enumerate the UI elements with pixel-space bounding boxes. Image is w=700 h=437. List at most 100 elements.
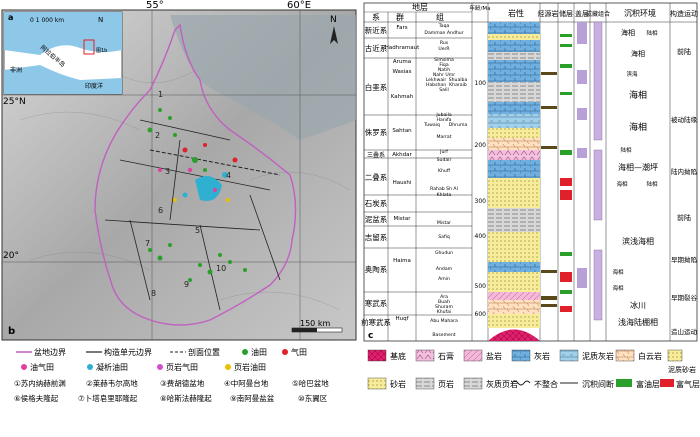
svg-text:Khlata: Khlata xyxy=(437,192,452,198)
legend-shale-gas-symbol xyxy=(157,364,163,370)
svg-text:冰川: 冰川 xyxy=(630,300,646,310)
svg-text:泥质灰岩: 泥质灰岩 xyxy=(582,351,614,361)
svg-text:100: 100 xyxy=(475,80,487,87)
svg-text:Abu Mahara: Abu Mahara xyxy=(430,318,458,324)
unit-list: ①苏内纳赫前渊 ②莱赫韦尔高地 ③费胡德盆地 ④中阿曼台地 ⑤哈巴盆地 ⑥侯格夫… xyxy=(14,378,329,403)
legend-condensate: 凝析油田 xyxy=(96,362,128,372)
svg-text:砂岩: 砂岩 xyxy=(390,379,406,389)
legend-condensate-symbol xyxy=(87,364,93,370)
header-environment: 沉积环境 xyxy=(624,8,656,18)
legend-shale-oil: 页岩油田 xyxy=(234,362,266,372)
svg-text:⑨南阿曼盐盆: ⑨南阿曼盐盆 xyxy=(230,393,275,403)
legend-unit-boundary: 构造单元边界 xyxy=(104,347,152,357)
svg-text:早期拗陷: 早期拗陷 xyxy=(671,255,697,264)
svg-text:600: 600 xyxy=(475,311,487,318)
svg-text:泥质砂岩: 泥质砂岩 xyxy=(668,365,696,374)
unit-9: 9 xyxy=(184,280,189,289)
svg-text:陆相: 陆相 xyxy=(646,180,658,188)
legend-oil-symbol xyxy=(242,349,248,355)
svg-text:白垩系: 白垩系 xyxy=(365,82,388,92)
header-strat: 地层 xyxy=(412,2,428,12)
svg-text:沉积间断: 沉积间断 xyxy=(582,379,614,389)
svg-text:300: 300 xyxy=(475,198,487,205)
svg-text:Mistar: Mistar xyxy=(437,220,451,226)
unit-1: 1 xyxy=(158,90,163,99)
svg-text:灰岩: 灰岩 xyxy=(534,351,550,361)
unit-8: 8 xyxy=(151,289,156,298)
svg-text:Ghudun: Ghudun xyxy=(435,250,453,256)
legend-oilgas-symbol xyxy=(21,364,27,370)
svg-text:Amin: Amin xyxy=(438,276,450,282)
svg-text:⑧哈斯法赫隆起: ⑧哈斯法赫隆起 xyxy=(160,393,212,403)
svg-text:Wasias: Wasias xyxy=(392,69,411,75)
svg-text:页岩: 页岩 xyxy=(438,379,454,389)
svg-text:Dhruma: Dhruma xyxy=(449,122,468,128)
svg-text:新近系: 新近系 xyxy=(365,25,388,35)
inset-africa: 非洲 xyxy=(10,66,22,74)
svg-text:Haushi: Haushi xyxy=(393,180,412,186)
svg-text:盐岩: 盐岩 xyxy=(486,351,502,361)
svg-text:被动陆缘: 被动陆缘 xyxy=(671,115,698,124)
svg-text:海相: 海相 xyxy=(629,121,647,133)
inset-map: a 0 1 000 km N 阿拉伯半岛 非洲 印度洋 图1b xyxy=(3,11,123,95)
lat-label-25: 25°N xyxy=(3,97,26,107)
svg-text:200: 200 xyxy=(475,142,487,149)
svg-text:陆内拗陷: 陆内拗陷 xyxy=(671,167,697,176)
panel-label-b: b xyxy=(8,326,15,337)
svg-text:Basement: Basement xyxy=(432,332,455,338)
svg-text:Sudair: Sudair xyxy=(437,157,452,163)
svg-text:奥陶系: 奥陶系 xyxy=(365,264,388,274)
svg-text:石炭系: 石炭系 xyxy=(365,198,388,208)
svg-text:海相: 海相 xyxy=(621,28,635,37)
inset-scale: 0 1 000 km xyxy=(30,17,64,24)
lat-label-20: 20° xyxy=(3,251,19,261)
svg-text:Tuwaiq: Tuwaiq xyxy=(423,122,440,128)
strat-column-panel: 地层 系 群 组 年龄/Ma 岩性 烃源岩 储层 盖层 成藏组合 沉积环境 构造… xyxy=(361,2,698,342)
unit-2: 2 xyxy=(155,131,160,140)
map-panel: 55° 60°E 25°N 20° 1 2 3 4 5 6 7 8 9 10 a… xyxy=(1,0,357,341)
legend-gas-symbol xyxy=(282,349,288,355)
svg-text:Hadhramaut: Hadhramaut xyxy=(385,45,420,51)
unit-6: 6 xyxy=(158,206,163,215)
svg-text:海相: 海相 xyxy=(612,268,624,276)
svg-text:Kahmah: Kahmah xyxy=(391,94,414,100)
svg-text:浅海陆棚相: 浅海陆棚相 xyxy=(618,317,658,327)
svg-text:UerR: UerR xyxy=(438,46,450,52)
svg-text:Akhdar: Akhdar xyxy=(392,152,412,158)
svg-text:前陆: 前陆 xyxy=(677,213,691,222)
header-tectonics: 构造运动 xyxy=(670,9,698,18)
svg-text:Khufai: Khufai xyxy=(437,309,452,315)
svg-text:滨浅海相: 滨浅海相 xyxy=(622,236,654,246)
svg-text:150 km: 150 km xyxy=(300,319,330,328)
svg-text:④中阿曼台地: ④中阿曼台地 xyxy=(224,378,269,388)
svg-text:400: 400 xyxy=(475,233,487,240)
svg-text:N: N xyxy=(330,15,337,25)
legend-oil: 油田 xyxy=(251,347,267,357)
svg-text:海相—潮坪: 海相—潮坪 xyxy=(618,162,658,172)
header-group: 群 xyxy=(396,12,404,22)
svg-text:Safiq: Safiq xyxy=(438,234,450,240)
svg-text:⑦卜塔皂里耶隆起: ⑦卜塔皂里耶隆起 xyxy=(78,393,138,403)
svg-text:二叠系: 二叠系 xyxy=(365,172,388,182)
svg-text:Sahtan: Sahtan xyxy=(392,128,412,134)
svg-text:①苏内纳赫前渊: ①苏内纳赫前渊 xyxy=(14,378,66,388)
svg-text:Marrat: Marrat xyxy=(436,134,451,140)
svg-text:海相: 海相 xyxy=(616,180,628,188)
svg-text:②莱赫韦尔高地: ②莱赫韦尔高地 xyxy=(86,378,138,388)
svg-text:海相: 海相 xyxy=(629,89,647,101)
header-source: 烃源岩 xyxy=(538,9,559,18)
inset-indian-ocean: 印度洋 xyxy=(85,82,103,90)
svg-text:Taqa: Taqa xyxy=(438,23,450,29)
header-lithology: 岩性 xyxy=(508,8,524,18)
svg-text:陆相: 陆相 xyxy=(620,146,632,154)
svg-text:三叠系: 三叠系 xyxy=(367,151,385,159)
svg-text:志留系: 志留系 xyxy=(365,232,388,242)
unit-10: 10 xyxy=(216,264,226,273)
svg-text:侏罗系: 侏罗系 xyxy=(365,127,388,137)
header-system: 系 xyxy=(372,12,380,22)
legend-gas: 气田 xyxy=(291,347,307,357)
svg-text:海相: 海相 xyxy=(631,49,645,58)
svg-text:早期裂谷: 早期裂谷 xyxy=(671,293,698,302)
inset-fig-ref: 图1b xyxy=(96,48,107,54)
svg-text:Salil: Salil xyxy=(439,87,449,93)
